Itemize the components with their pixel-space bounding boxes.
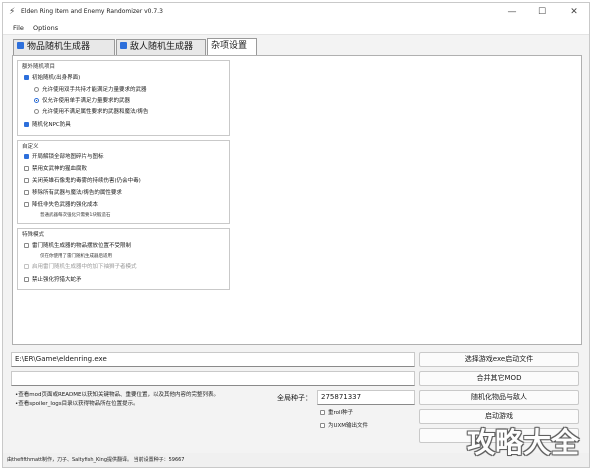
radio-one-handed[interactable]: 仅允许使用单手满足力量要求的武器 [34, 97, 130, 105]
tab-label: 物品随机生成器 [27, 42, 91, 52]
option-starting-random[interactable]: 初始随机(出身界面) [24, 74, 80, 82]
checkbox-icon [24, 277, 29, 282]
game-path-field[interactable]: E:\ER\Game\eldenring.exe [11, 352, 415, 367]
menu-options[interactable]: Options [31, 21, 60, 35]
misc-settings-panel: 额外随机项目 初始随机(出身界面) 允许使用双手共持才能满足力量要求的武器 仅允… [12, 55, 582, 345]
status-text: 由thefifthmatt制作，刀子、Saltyfish_King提供翻译。 当… [7, 457, 185, 463]
checkbox-disabled-icon [24, 264, 29, 269]
close-button[interactable]: ✕ [559, 3, 589, 21]
radio-icon [34, 87, 39, 92]
option-unlock-map[interactable]: 开局解锁全部地图碎片与图标 [24, 153, 104, 161]
randomize-button[interactable]: 随机化物品与敌人 [419, 390, 579, 405]
minimize-button[interactable]: — [497, 3, 527, 21]
radio-icon [34, 109, 39, 114]
extra-randomization-group: 额外随机项目 初始随机(出身界面) 允许使用双手共持才能满足力量要求的武器 仅允… [17, 60, 230, 136]
placement-note: 仅在你使用了雷门随机生成器后适用 [40, 254, 112, 259]
option-reroll-seed[interactable]: 重roll种子 [320, 409, 353, 417]
checkbox-icon [24, 166, 29, 171]
custom-group: 自定义 开局解锁全部地图碎片与图标 禁用女武神的猩血腐败 关闭英雄石像鬼的毒雾的… [17, 140, 230, 224]
tab-enemy-randomizer[interactable]: 敌人随机生成器 [116, 39, 206, 55]
seed-label: 全局种子： [277, 394, 312, 402]
checkbox-icon [120, 42, 127, 49]
radio-two-handed[interactable]: 允许使用双手共持才能满足力量要求的武器 [34, 86, 147, 94]
group-title: 特殊模式 [22, 232, 45, 238]
checkbox-icon [17, 42, 24, 49]
watermark-logo: 攻略大全 [466, 426, 579, 459]
tab-misc-settings[interactable]: 杂项设置 [207, 38, 257, 55]
maximize-button[interactable]: ☐ [527, 3, 557, 21]
radio-ignore-requirements[interactable]: 允许使用不满足属性要求的武器和魔法/祷告 [34, 108, 148, 116]
app-icon: ⚡ [9, 7, 16, 17]
upgrade-note: 普通武器每次强化只需要1块锻造石 [40, 213, 111, 218]
special-mode-group: 特殊模式 雷门随机生成器的物品摆放位置不受限制 仅在你使用了雷门随机生成器后适用… [17, 228, 230, 290]
option-npc-armor[interactable]: 随机化NPC防具 [24, 121, 71, 129]
menu-file[interactable]: File [11, 21, 26, 35]
group-title: 额外随机项目 [22, 64, 56, 70]
title-bar: ⚡ Elden Ring Item and Enemy Randomizer v… [3, 3, 589, 21]
option-unrestricted-placement[interactable]: 雷门随机生成器的物品摆放位置不受限制 [24, 242, 131, 250]
option-gargoyle-poison[interactable]: 关闭英雄石像鬼的毒雾的持续伤害(仍会中毒) [24, 177, 141, 185]
app-window: ⚡ Elden Ring Item and Enemy Randomizer v… [2, 2, 590, 468]
checkbox-checked-icon [24, 154, 29, 159]
tab-item-randomizer[interactable]: 物品随机生成器 [13, 39, 115, 55]
option-uxm-output[interactable]: 为UXM输出文件 [320, 422, 368, 430]
checkbox-checked-icon [24, 122, 29, 127]
info-spoiler-logs: •查看spoiler_logs目录以获得物品所在位置提示。 [15, 401, 139, 407]
checkbox-checked-icon [24, 75, 29, 80]
checkbox-icon [24, 190, 29, 195]
merge-path-field[interactable] [11, 371, 415, 386]
tab-label: 杂项设置 [211, 41, 248, 51]
option-no-upgrade-spear[interactable]: 禁止强化狩猎大蛇矛 [24, 276, 82, 284]
tab-label: 敌人随机生成器 [130, 42, 194, 52]
select-exe-button[interactable]: 选择游戏exe启动文件 [419, 352, 579, 367]
group-title: 自定义 [22, 144, 39, 150]
checkbox-icon [24, 202, 29, 207]
option-remove-requirements[interactable]: 移除所有武器与魔法/祷告的属性要求 [24, 189, 122, 197]
menu-bar: File Options [3, 21, 589, 35]
checkbox-icon [320, 423, 325, 428]
checkbox-icon [24, 243, 29, 248]
info-readme: •查看mod页面或README以获知关键物品、重要位置，以及其他内容的完整列表。 [15, 392, 219, 398]
option-disable-scarlet-rot[interactable]: 禁用女武神的猩血腐败 [24, 165, 87, 173]
merge-mod-button[interactable]: 合并其它MOD [419, 371, 579, 386]
option-upgrade-cost[interactable]: 降低非失色武器的强化成本 [24, 201, 98, 209]
option-special-mode-disabled: 启用雷门随机生成器中的加下袖狮子者模式 [24, 263, 137, 271]
seed-input[interactable]: 275871337 [317, 390, 415, 405]
checkbox-icon [24, 178, 29, 183]
radio-selected-icon [34, 98, 39, 103]
checkbox-icon [320, 410, 325, 415]
window-title: Elden Ring Item and Enemy Randomizer v0.… [21, 8, 163, 15]
